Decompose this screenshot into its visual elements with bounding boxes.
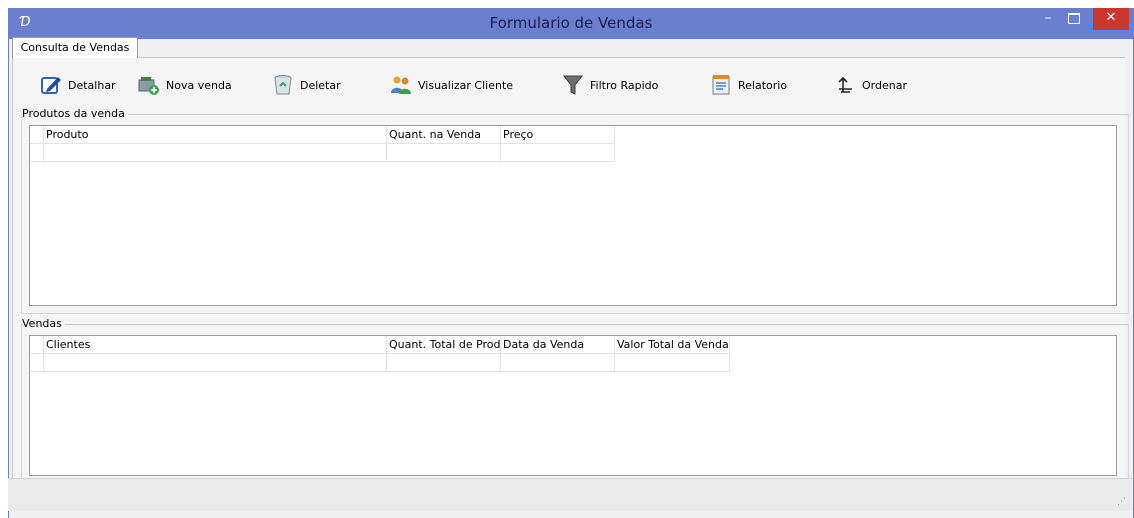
- maximize-icon: [1068, 12, 1080, 24]
- row-selector[interactable]: [30, 144, 44, 162]
- vendas-grid[interactable]: Clientes Quant. Total de Prod Data da Ve…: [29, 335, 1117, 476]
- grid-cell[interactable]: [501, 144, 615, 162]
- minimize-icon: –: [1044, 10, 1052, 26]
- edit-icon: [41, 77, 61, 94]
- grid-cell[interactable]: [387, 354, 501, 372]
- produtos-grid[interactable]: Produto Quant. na Venda Preço: [29, 125, 1117, 306]
- table-row[interactable]: [30, 144, 615, 162]
- vendas-row-header-corner: [30, 336, 44, 354]
- relatorio-button[interactable]: Relatorio: [710, 65, 787, 105]
- minimize-button[interactable]: –: [1035, 8, 1061, 30]
- row-selector[interactable]: [30, 354, 44, 372]
- column-header-quant-na-venda[interactable]: Quant. na Venda: [387, 126, 501, 144]
- vendas-legend: Vendas: [22, 317, 65, 330]
- visualizar-cliente-label: Visualizar Cliente: [418, 78, 514, 92]
- title-bar[interactable]: Ɗ Formulario de Vendas – ✕: [9, 8, 1133, 39]
- produtos-legend: Produtos da venda: [22, 107, 128, 120]
- column-header-preco[interactable]: Preço: [501, 126, 615, 144]
- column-header-produto[interactable]: Produto: [44, 126, 387, 144]
- produtos-row-header-corner: [30, 126, 44, 144]
- ordenar-label: Ordenar: [862, 78, 907, 92]
- nova-venda-button[interactable]: Nova venda: [138, 65, 232, 105]
- column-header-clientes[interactable]: Clientes: [44, 336, 387, 354]
- column-header-data-da-venda[interactable]: Data da Venda: [501, 336, 615, 354]
- vendas-grid-header: Clientes Quant. Total de Prod Data da Ve…: [30, 336, 730, 354]
- users-icon: [391, 76, 411, 94]
- sort-icon: [838, 76, 852, 93]
- tab-consulta-de-vendas[interactable]: Consulta de Vendas: [12, 37, 138, 58]
- maximize-button[interactable]: [1061, 8, 1087, 30]
- grid-cell[interactable]: [615, 354, 730, 372]
- produtos-grid-header: Produto Quant. na Venda Preço: [30, 126, 615, 144]
- window-title: Formulario de Vendas: [489, 14, 653, 32]
- filtro-rapido-button[interactable]: Filtro Rapido: [562, 65, 658, 105]
- column-header-quant-total[interactable]: Quant. Total de Prod: [387, 336, 501, 354]
- grid-cell[interactable]: [44, 144, 387, 162]
- resize-grip-icon[interactable]: ⋰: [1117, 497, 1126, 507]
- status-bar: ⋰: [8, 478, 1132, 511]
- grid-cell[interactable]: [501, 354, 615, 372]
- detalhar-label: Detalhar: [68, 78, 116, 92]
- deletar-label: Deletar: [300, 78, 341, 92]
- close-button[interactable]: ✕: [1093, 8, 1129, 30]
- filtro-rapido-label: Filtro Rapido: [590, 78, 659, 92]
- report-icon: [712, 75, 730, 95]
- filter-icon: [562, 75, 584, 95]
- relatorio-label: Relatorio: [738, 78, 788, 92]
- recycle-bin-icon: [274, 75, 292, 95]
- deletar-button[interactable]: Deletar: [272, 65, 341, 105]
- table-row[interactable]: [30, 354, 730, 372]
- column-header-valor-total[interactable]: Valor Total da Venda: [615, 336, 730, 354]
- grid-cell[interactable]: [387, 144, 501, 162]
- visualizar-cliente-button[interactable]: Visualizar Cliente: [390, 65, 513, 105]
- detalhar-button[interactable]: Detalhar: [40, 65, 116, 105]
- cash-register-add-icon: [138, 77, 159, 95]
- grid-cell[interactable]: [44, 354, 387, 372]
- close-icon: ✕: [1105, 10, 1117, 25]
- nova-venda-label: Nova venda: [166, 78, 232, 92]
- ordenar-button[interactable]: Ordenar: [834, 65, 907, 105]
